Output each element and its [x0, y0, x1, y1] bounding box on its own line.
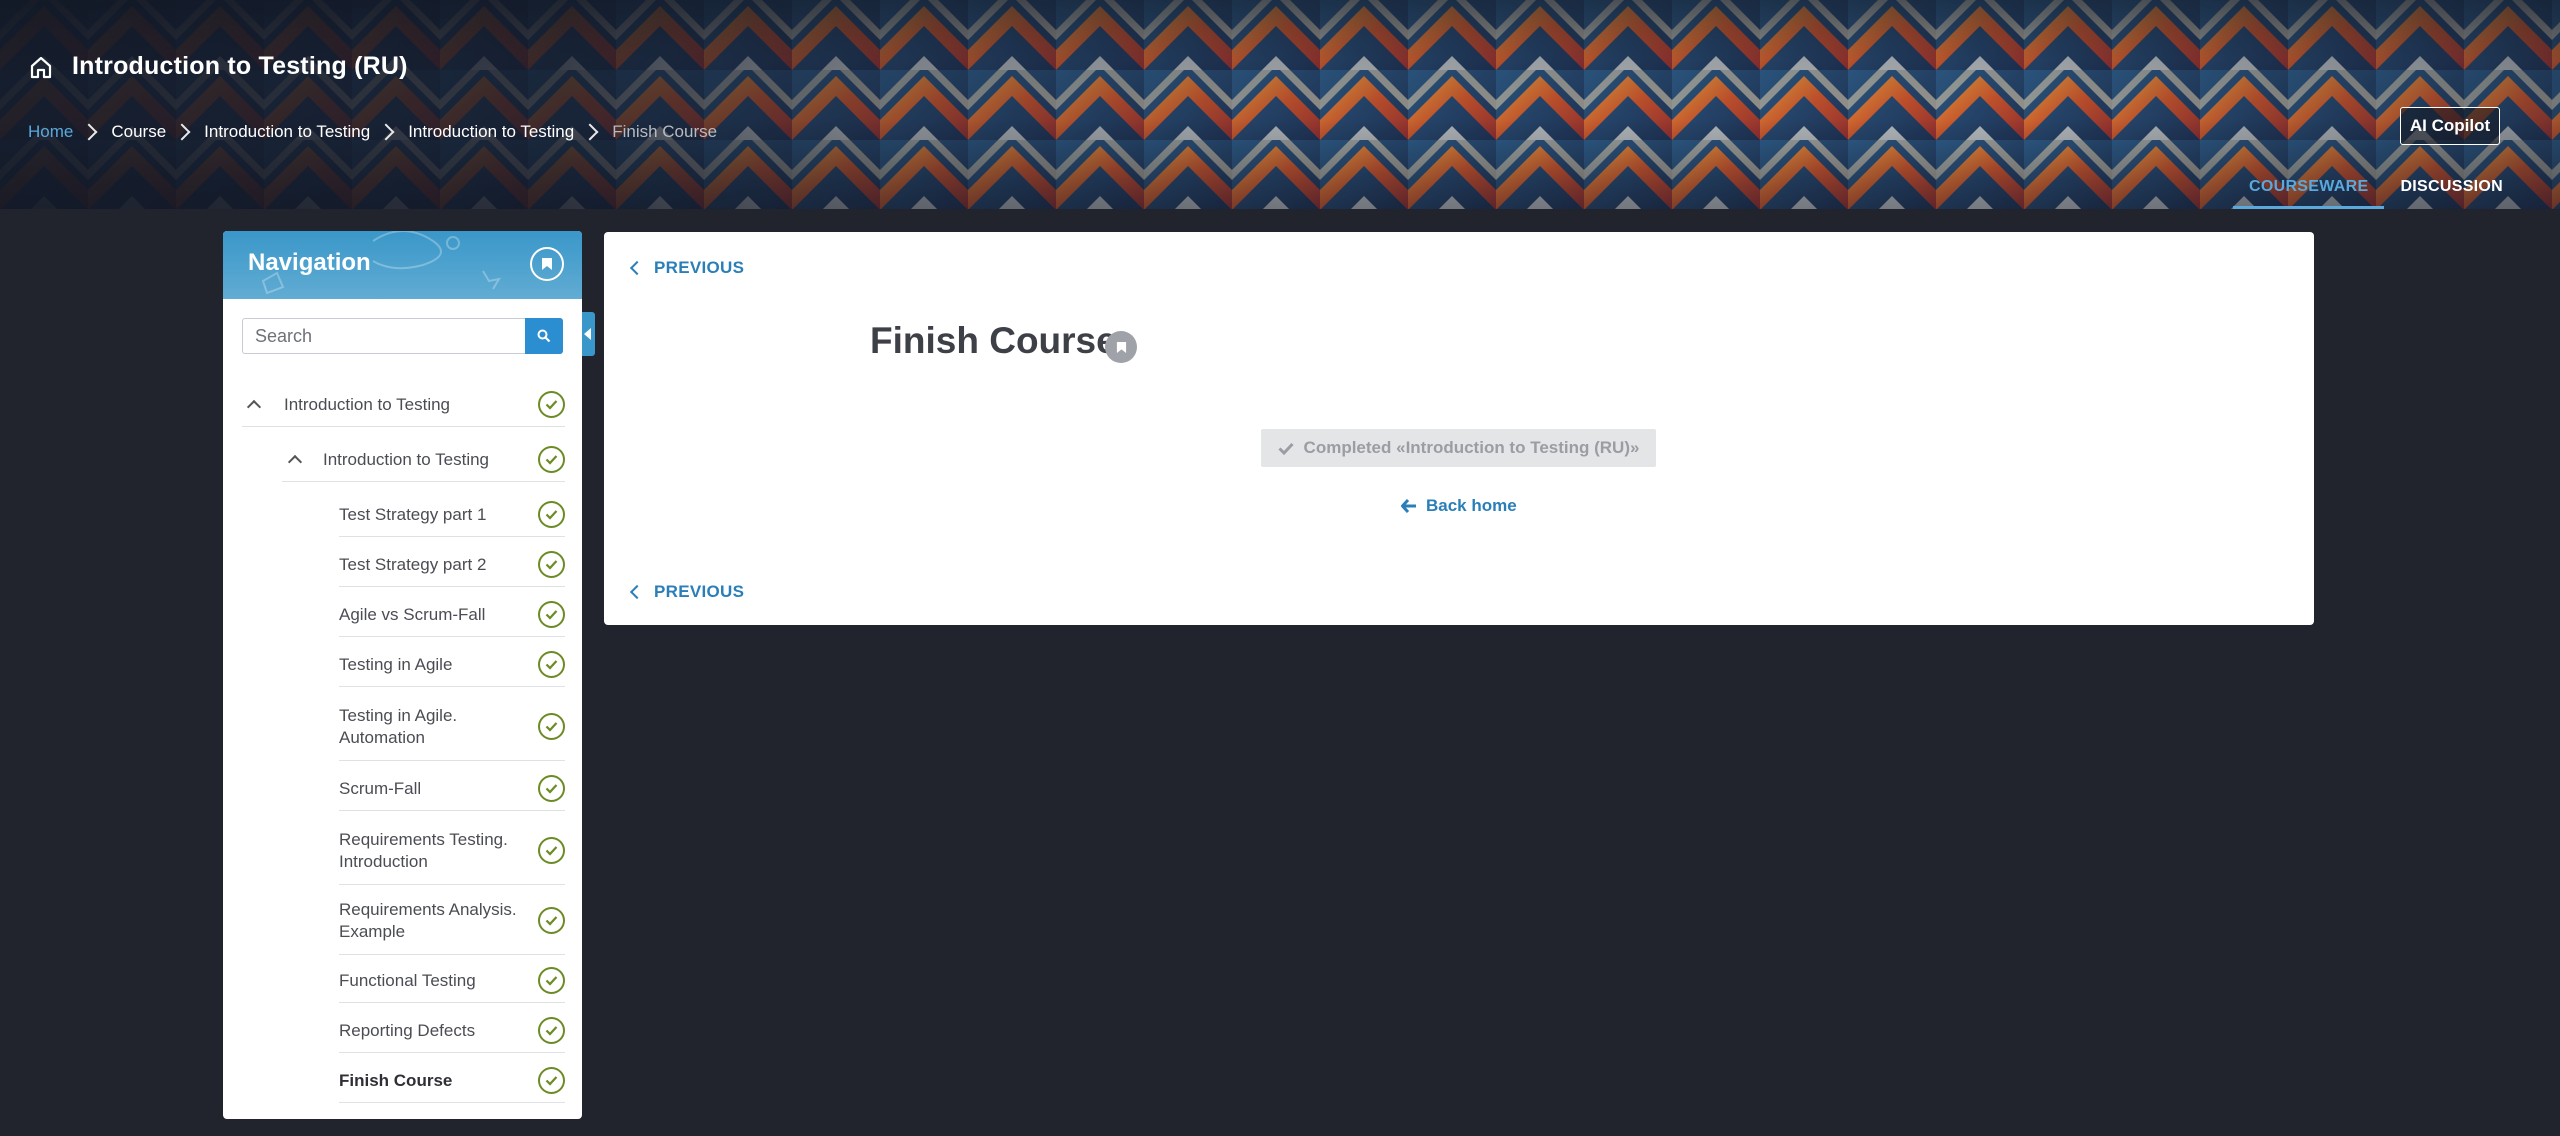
- chevron-up-icon[interactable]: [287, 454, 303, 470]
- bookmark-icon[interactable]: [530, 247, 564, 281]
- back-home-label[interactable]: Back home: [1426, 496, 1517, 516]
- unit-label[interactable]: Functional Testing: [339, 970, 476, 992]
- tree-unit[interactable]: Reporting Defects: [339, 1009, 565, 1053]
- course-tabs: COURSEWARE DISCUSSION: [2233, 176, 2519, 209]
- navigation-sidebar: Navigation Introduction to Testing Intro…: [223, 231, 582, 1119]
- check-circle-icon: [538, 1017, 565, 1044]
- previous-button-top[interactable]: PREVIOUS: [628, 258, 744, 278]
- tree-unit[interactable]: Scrum-Fall: [339, 767, 565, 811]
- tree-unit[interactable]: Testing in Agile: [339, 643, 565, 687]
- sidebar-collapse-toggle[interactable]: [582, 312, 595, 356]
- course-title: Introduction to Testing (RU): [72, 52, 408, 80]
- unit-label[interactable]: Requirements Analysis. Example: [339, 899, 529, 943]
- check-circle-icon: [538, 775, 565, 802]
- chevron-left-icon: [629, 584, 645, 600]
- check-circle-icon: [538, 907, 565, 934]
- chevron-right-icon: [377, 123, 395, 141]
- check-circle-icon: [538, 837, 565, 864]
- completed-label: Completed «Introduction to Testing (RU)»: [1303, 438, 1640, 457]
- search-icon: [537, 329, 551, 343]
- tree-unit[interactable]: Agile vs Scrum-Fall: [339, 593, 565, 637]
- breadcrumb-section[interactable]: Introduction to Testing: [204, 122, 370, 142]
- tab-discussion[interactable]: DISCUSSION: [2384, 176, 2519, 209]
- unit-label[interactable]: Finish Course: [339, 1070, 452, 1092]
- tree-unit-current[interactable]: Finish Course: [339, 1059, 565, 1103]
- unit-label[interactable]: Scrum-Fall: [339, 778, 421, 800]
- tab-courseware[interactable]: COURSEWARE: [2233, 176, 2385, 209]
- tree-section[interactable]: Introduction to Testing: [242, 383, 565, 427]
- navigation-title: Navigation: [248, 249, 371, 276]
- tree-unit[interactable]: Requirements Testing. Introduction: [339, 817, 565, 885]
- section-label[interactable]: Introduction to Testing: [284, 394, 450, 416]
- tree-unit[interactable]: Test Strategy part 1: [339, 493, 565, 537]
- tree-unit[interactable]: Test Strategy part 2: [339, 543, 565, 587]
- course-header: Introduction to Testing (RU) Home Course…: [0, 0, 2560, 209]
- unit-label[interactable]: Reporting Defects: [339, 1020, 475, 1042]
- chevron-right-icon: [80, 123, 98, 141]
- tree-unit[interactable]: Requirements Analysis. Example: [339, 887, 565, 955]
- breadcrumb-current: Finish Course: [612, 122, 718, 141]
- chevron-right-icon: [173, 123, 191, 141]
- check-circle-icon: [538, 1067, 565, 1094]
- check-circle-icon: [538, 651, 565, 678]
- tree-subsection[interactable]: Introduction to Testing: [282, 438, 565, 482]
- unit-label[interactable]: Testing in Agile: [339, 654, 452, 676]
- check-circle-icon: [538, 601, 565, 628]
- previous-label[interactable]: PREVIOUS: [654, 258, 744, 278]
- bookmark-icon[interactable]: [1105, 331, 1137, 363]
- chevron-up-icon[interactable]: [246, 399, 262, 415]
- search-bar: [242, 318, 563, 354]
- home-icon[interactable]: [28, 54, 54, 80]
- previous-label[interactable]: PREVIOUS: [654, 582, 744, 602]
- unit-label[interactable]: Testing in Agile. Automation: [339, 705, 489, 749]
- search-button[interactable]: [525, 318, 563, 354]
- chevron-right-icon: [581, 123, 599, 141]
- unit-label[interactable]: Agile vs Scrum-Fall: [339, 604, 485, 626]
- check-circle-icon: [538, 967, 565, 994]
- search-input[interactable]: [242, 318, 525, 354]
- breadcrumb-subsection[interactable]: Introduction to Testing: [408, 122, 574, 142]
- unit-content: PREVIOUS Finish Course Completed «Introd…: [604, 232, 2314, 625]
- ai-copilot-button[interactable]: AI Copilot: [2400, 107, 2500, 145]
- navigation-header: Navigation: [223, 231, 582, 299]
- check-circle-icon: [538, 501, 565, 528]
- unit-title: Finish Course: [870, 320, 1117, 361]
- check-circle-icon: [538, 551, 565, 578]
- tree-unit[interactable]: Functional Testing: [339, 959, 565, 1003]
- arrow-left-icon: [1401, 499, 1416, 513]
- unit-label[interactable]: Test Strategy part 2: [339, 554, 486, 576]
- unit-label[interactable]: Test Strategy part 1: [339, 504, 486, 526]
- back-home-link[interactable]: Back home: [1401, 496, 1517, 516]
- check-circle-icon: [538, 391, 565, 418]
- breadcrumb: Home Course Introduction to Testing Intr…: [28, 122, 717, 142]
- check-circle-icon: [538, 713, 565, 740]
- breadcrumb-course[interactable]: Course: [111, 122, 166, 142]
- breadcrumb-home[interactable]: Home: [28, 122, 73, 142]
- unit-label[interactable]: Requirements Testing. Introduction: [339, 829, 519, 873]
- subsection-label[interactable]: Introduction to Testing: [323, 449, 489, 471]
- check-icon: [1277, 442, 1294, 455]
- completed-course-button: Completed «Introduction to Testing (RU)»: [1261, 429, 1656, 467]
- check-circle-icon: [538, 446, 565, 473]
- chevron-left-icon: [629, 260, 645, 276]
- tree-unit[interactable]: Testing in Agile. Automation: [339, 693, 565, 761]
- previous-button-bottom[interactable]: PREVIOUS: [628, 582, 744, 602]
